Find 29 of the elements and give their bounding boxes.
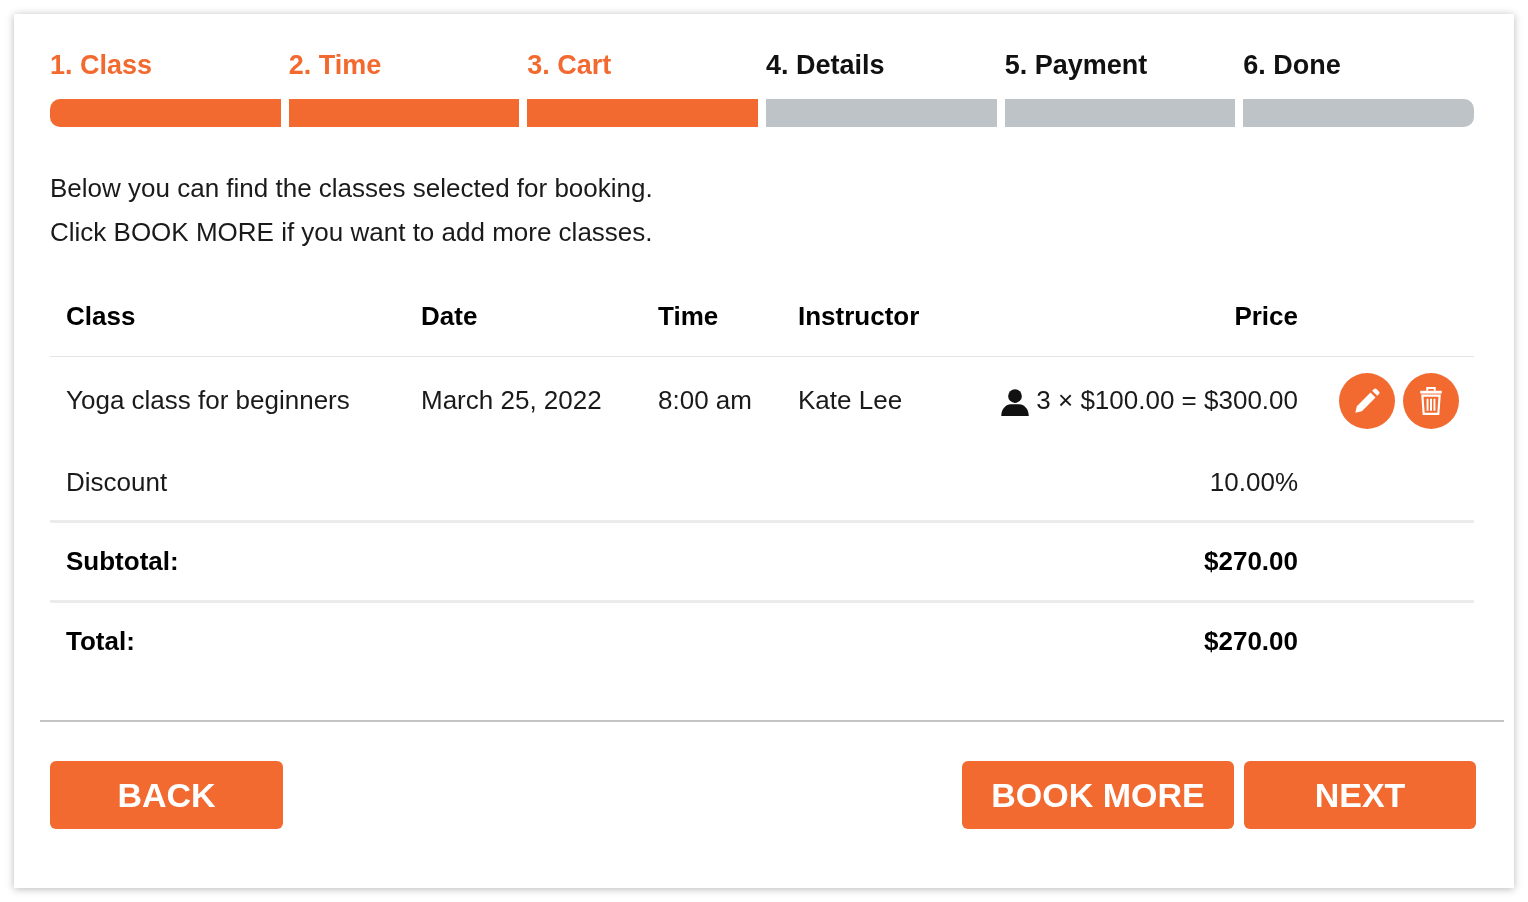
step-label: 3. Cart: [527, 50, 612, 80]
column-header: Class: [66, 300, 136, 332]
summary-label: Discount: [66, 466, 169, 498]
book-more-button[interactable]: BOOK MORE: [962, 761, 1234, 829]
step-label: 1. Class: [50, 50, 153, 80]
back-button[interactable]: BACK: [50, 761, 283, 829]
column-header: Time: [658, 300, 719, 332]
step-label: 6. Done: [1243, 50, 1341, 80]
step-label: 5. Payment: [1004, 50, 1148, 80]
column-header: Instructor: [798, 300, 920, 332]
summary-label: Total:: [66, 626, 136, 657]
summary-value: $270.00: [1204, 546, 1298, 577]
table-cell: March 25, 2022: [421, 385, 602, 416]
pencil-icon: [1353, 386, 1381, 415]
column-header: Price: [1234, 300, 1298, 332]
summary-value: 10.00%: [1209, 466, 1298, 498]
step-label: 2. Time: [288, 50, 382, 80]
summary-value: $270.00: [1204, 626, 1298, 657]
intro-text: Click BOOK MORE if you want to add more classes.: [50, 216, 653, 249]
column-header: Date: [421, 300, 478, 332]
summary-label: Subtotal:: [66, 546, 180, 577]
price-text: 3 × $100.00 = $300.00: [1036, 385, 1298, 416]
table-cell: 8:00 am: [658, 385, 752, 416]
intro-text: Below you can find the classes selected for booking.: [50, 172, 653, 205]
table-cell: Kate Lee: [798, 385, 903, 416]
table-cell: Yoga class for beginners: [66, 385, 350, 416]
step-label: 4. Details: [766, 50, 885, 80]
next-button[interactable]: NEXT: [1244, 761, 1476, 829]
trash-icon: [1418, 386, 1444, 415]
